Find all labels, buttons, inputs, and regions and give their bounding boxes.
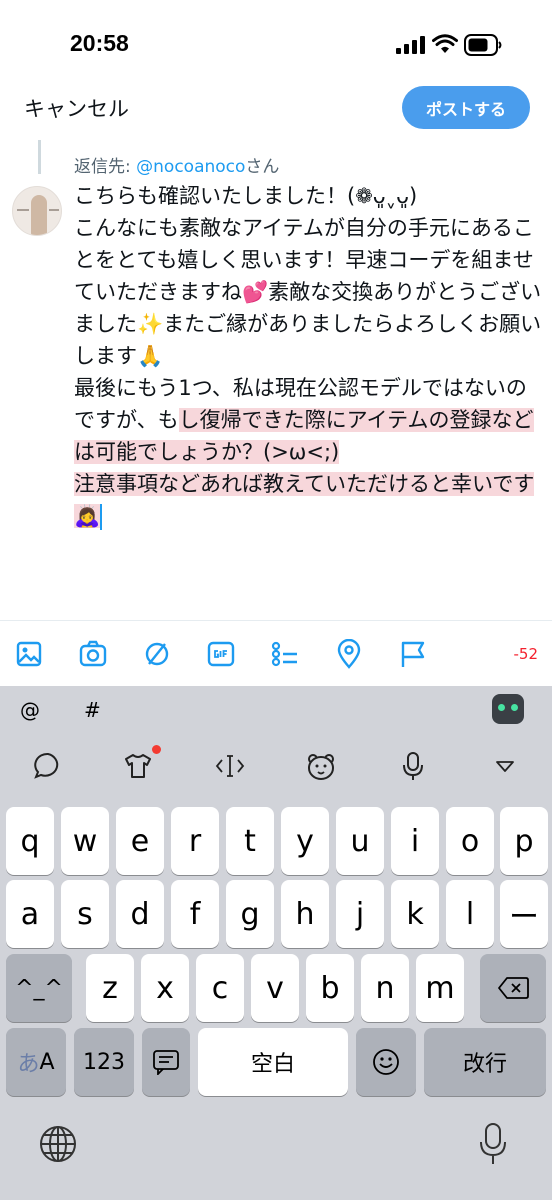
key-l[interactable]: l — [446, 880, 494, 948]
key-d[interactable]: d — [116, 880, 164, 948]
key-v[interactable]: v — [251, 954, 299, 1022]
key-p[interactable]: p — [500, 807, 548, 875]
key-b[interactable]: b — [306, 954, 354, 1022]
key-c[interactable]: c — [196, 954, 244, 1022]
flag-icon[interactable] — [398, 639, 428, 669]
globe-icon[interactable] — [38, 1124, 78, 1164]
space-key[interactable]: 空白 — [198, 1028, 348, 1096]
kana-alpha-toggle-key[interactable]: あA — [6, 1028, 66, 1096]
key-k[interactable]: k — [391, 880, 439, 948]
notification-dot — [152, 745, 161, 754]
tshirt-icon[interactable] — [122, 750, 154, 782]
battery-icon — [464, 34, 502, 56]
emoji-key[interactable] — [356, 1028, 416, 1096]
key-z[interactable]: z — [86, 954, 134, 1022]
smiley-icon — [373, 1049, 399, 1075]
key-e[interactable]: e — [116, 807, 164, 875]
return-key[interactable]: 改行 — [424, 1028, 546, 1096]
avatar-figure — [31, 195, 47, 235]
mode-label-kana: あ — [17, 1052, 40, 1077]
numbers-key[interactable]: 123 — [74, 1028, 134, 1096]
mode-label-alpha: A — [39, 1049, 55, 1075]
delete-key[interactable] — [480, 954, 546, 1022]
status-time: 20:58 — [70, 30, 129, 56]
compose-toolbar — [0, 620, 552, 686]
compose-textarea[interactable]: こちらも確認いたしました！(❁ᴗ͈ˬᴗ͈) こんなにも素敵なアイテムが自分の手元… — [74, 180, 544, 532]
at-symbol-key[interactable]: @ — [20, 698, 40, 722]
key-y[interactable]: y — [281, 807, 329, 875]
chevron-down-icon[interactable] — [489, 750, 521, 782]
keyboard-bot-icon[interactable] — [492, 694, 524, 724]
message-text-icon — [153, 1050, 179, 1075]
text-caret — [100, 504, 103, 530]
key-j[interactable]: j — [336, 880, 384, 948]
key-h[interactable]: h — [281, 880, 329, 948]
emoji-text-key[interactable] — [142, 1028, 190, 1096]
backspace-icon — [498, 977, 529, 999]
wifi-icon — [432, 34, 458, 53]
key-i[interactable]: i — [391, 807, 439, 875]
key-q[interactable]: q — [6, 807, 54, 875]
reply-handle-link[interactable]: @nocoanoco — [136, 157, 245, 177]
cellular-signal-icon — [396, 36, 425, 54]
status-bar: 20:58 — [0, 0, 552, 86]
key-r[interactable]: r — [171, 807, 219, 875]
key-f[interactable]: f — [171, 880, 219, 948]
bear-face-icon[interactable] — [305, 750, 337, 782]
key-x[interactable]: x — [141, 954, 189, 1022]
dictation-microphone-icon[interactable] — [478, 1122, 508, 1166]
avatar — [12, 186, 62, 236]
slash-circle-icon[interactable] — [142, 639, 172, 669]
avatar-mark-left — [17, 209, 29, 211]
avatar-mark-right — [49, 209, 59, 211]
key-m[interactable]: m — [416, 954, 464, 1022]
key-o[interactable]: o — [446, 807, 494, 875]
thread-line — [38, 140, 41, 174]
list-icon[interactable] — [270, 639, 300, 669]
post-button[interactable]: ポストする — [402, 86, 530, 129]
cursor-move-icon[interactable] — [214, 750, 246, 782]
key-u[interactable]: u — [336, 807, 384, 875]
character-count: -52 — [513, 645, 539, 663]
key-n[interactable]: n — [361, 954, 409, 1022]
gif-icon[interactable] — [206, 639, 236, 669]
keyboard-bottom-bar — [0, 1098, 552, 1200]
microphone-icon[interactable] — [397, 750, 429, 782]
hash-symbol-key[interactable]: # — [84, 698, 101, 722]
key-t[interactable]: t — [226, 807, 274, 875]
camera-icon[interactable] — [78, 639, 108, 669]
key-long-dash[interactable]: ー — [500, 880, 548, 948]
reply-to-label: 返信先: @nocoanocoさん — [74, 152, 279, 177]
location-icon[interactable] — [334, 638, 364, 669]
key-s[interactable]: s — [61, 880, 109, 948]
key-a[interactable]: a — [6, 880, 54, 948]
reply-prefix: 返信先: — [74, 157, 137, 177]
key-g[interactable]: g — [226, 880, 274, 948]
cancel-button[interactable]: キャンセル — [24, 93, 129, 123]
shift-key[interactable]: ^_^ — [6, 954, 72, 1022]
reply-suffix: さん — [245, 157, 280, 177]
image-icon[interactable] — [14, 639, 44, 669]
compose-text: こちらも確認いたしました！(❁ᴗ͈ˬᴗ͈) こんなにも素敵なアイテムが自分の手元… — [74, 184, 542, 432]
chat-bubble-icon[interactable] — [32, 750, 64, 782]
key-w[interactable]: w — [61, 807, 109, 875]
